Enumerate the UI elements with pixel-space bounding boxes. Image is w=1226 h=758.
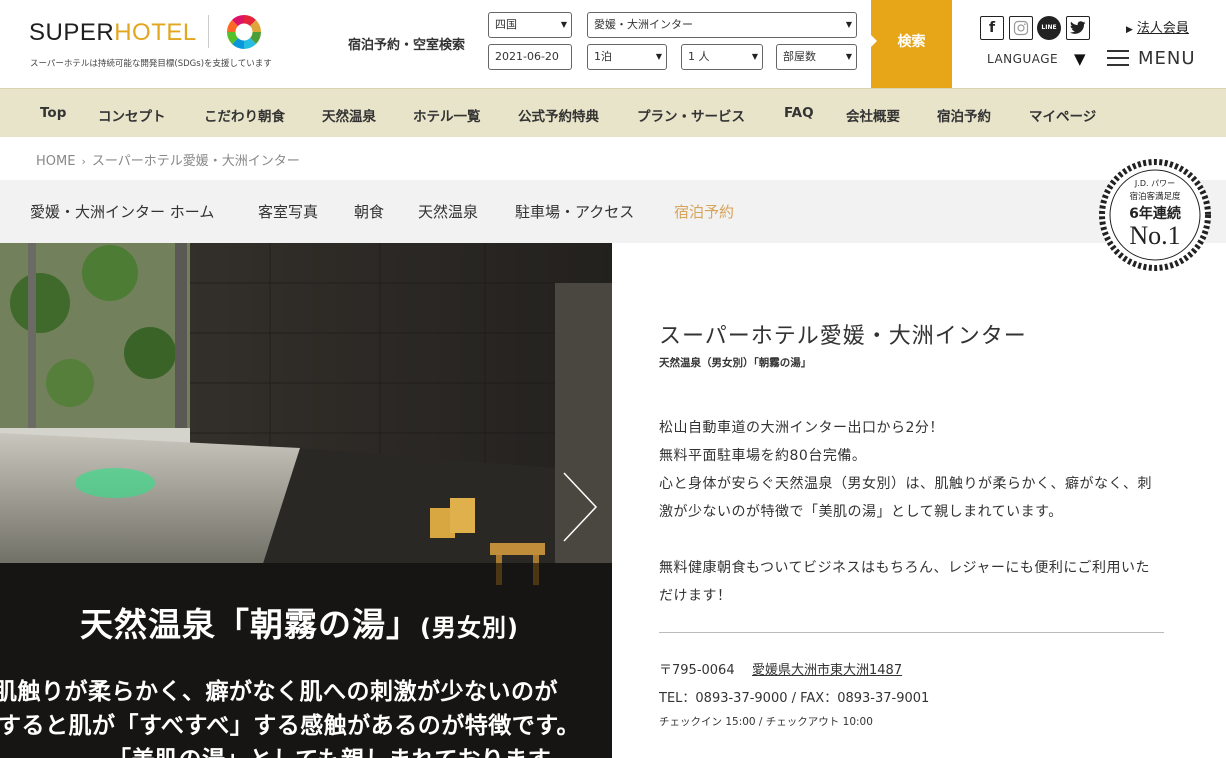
search-button[interactable]: 検索: [870, 0, 952, 88]
hotel-local-nav: 愛媛・大洲インター ホーム 客室写真 朝食 天然温泉 駐車場・アクセス 宿泊予約: [0, 180, 1226, 243]
nav-hot-spring[interactable]: 天然温泉: [322, 105, 376, 125]
nav-official-benefits[interactable]: 公式予約特典: [518, 105, 599, 125]
breadcrumb-separator-icon: ›: [81, 155, 86, 168]
local-nav-room-photos[interactable]: 客室写真: [258, 201, 318, 222]
local-nav-reservation[interactable]: 宿泊予約: [674, 201, 734, 222]
site-header: SUPERHOTEL スーパーホテルは持続可能な開発目標(SDGs)を支援してい…: [0, 0, 1226, 88]
nav-hotel-list[interactable]: ホテル一覧: [413, 105, 481, 125]
global-nav: Top コンセプト こだわり朝食 天然温泉 ホテル一覧 公式予約特典 プラン・サ…: [0, 88, 1226, 137]
award-text: J.D. パワー 宿泊客満足度 6年連続 No.1: [1129, 179, 1181, 250]
local-nav-home[interactable]: 愛媛・大洲インター ホーム: [30, 201, 214, 222]
local-nav-parking-access[interactable]: 駐車場・アクセス: [515, 201, 634, 222]
search-label: 宿泊予約・空室検索: [348, 38, 466, 53]
hero-caption-line: すると肌が「すべすべ」する感触があるのが特徴です。: [0, 713, 580, 739]
hotel-description: 松山自動車道の大洲インター出口から2分！ 無料平面駐車場を約80台完備。 心と身…: [659, 420, 1152, 520]
hero-caption-line: 肌触りが柔らかく、癖がなく肌への刺激が少ないのが: [0, 679, 558, 705]
hotel-select[interactable]: 愛媛・大洲インター: [587, 12, 857, 38]
region-select[interactable]: 四国: [488, 12, 572, 38]
breadcrumb-home[interactable]: HOME: [36, 154, 75, 169]
sdgs-wheel-icon[interactable]: [227, 15, 261, 49]
checkin-checkout-times: チェックイン 15:00 / チェックアウト 10:00: [659, 716, 873, 728]
facebook-icon[interactable]: f: [980, 16, 1004, 40]
info-divider: [659, 632, 1164, 633]
nav-top[interactable]: Top: [40, 105, 66, 121]
checkin-date-input[interactable]: 2021-06-20: [488, 44, 572, 70]
instagram-icon[interactable]: [1009, 16, 1033, 40]
breadcrumb: HOME › スーパーホテル愛媛・大洲インター: [36, 150, 300, 169]
hero-caption-title: 天然温泉「朝霧の湯」(男女別): [80, 605, 519, 644]
slide-next-arrow-icon[interactable]: [560, 471, 600, 543]
sdgs-tagline: スーパーホテルは持続可能な開発目標(SDGs)を支援しています: [30, 59, 272, 69]
nav-concept[interactable]: コンセプト: [98, 105, 166, 125]
breadcrumb-current: スーパーホテル愛媛・大洲インター: [91, 154, 300, 169]
address-link[interactable]: 愛媛県大洲市東大洲1487: [752, 659, 902, 678]
local-nav-breakfast[interactable]: 朝食: [354, 201, 384, 222]
chevron-down-icon[interactable]: ▼: [1074, 50, 1086, 68]
hamburger-menu-icon[interactable]: [1107, 50, 1129, 68]
phone-fax: TEL：0893-37-9000 / FAX：0893-37-9001: [659, 691, 930, 706]
hotel-description-2: 無料健康朝食もついてビジネスはもちろん、レジャーにも便利にご利用いただけます！: [659, 560, 1151, 604]
super-hotel-logo[interactable]: SUPERHOTEL: [29, 19, 197, 47]
twitter-icon[interactable]: [1066, 16, 1090, 40]
guests-select[interactable]: 1 人: [681, 44, 763, 70]
nav-reservation[interactable]: 宿泊予約: [937, 105, 991, 125]
hotel-title: スーパーホテル愛媛・大洲インター: [659, 324, 1027, 349]
rooms-select[interactable]: 部屋数: [776, 44, 857, 70]
nav-company[interactable]: 会社概要: [846, 105, 900, 125]
nav-faq[interactable]: FAQ: [784, 105, 814, 121]
line-icon[interactable]: LINE: [1037, 16, 1061, 40]
postal-code: 〒795-0064: [659, 663, 735, 678]
local-nav-hot-spring[interactable]: 天然温泉: [418, 201, 478, 222]
nav-breakfast[interactable]: こだわり朝食: [204, 105, 285, 125]
menu-button[interactable]: MENU: [1138, 48, 1196, 69]
nav-plans-services[interactable]: プラン・サービス: [637, 105, 745, 125]
hero-caption-line: 「美肌の湯」としても親しまれております。: [108, 740, 572, 758]
logo-divider: [208, 15, 209, 48]
language-selector[interactable]: LANGUAGE: [987, 52, 1058, 66]
triangle-right-icon: ▶: [1126, 25, 1133, 35]
nights-select[interactable]: 1泊: [587, 44, 667, 70]
hotel-subtitle: 天然温泉（男女別）「朝霧の湯」: [659, 357, 812, 369]
corporate-member-link[interactable]: ▶ 法人会員: [1126, 17, 1189, 36]
nav-mypage[interactable]: マイページ: [1029, 105, 1096, 125]
